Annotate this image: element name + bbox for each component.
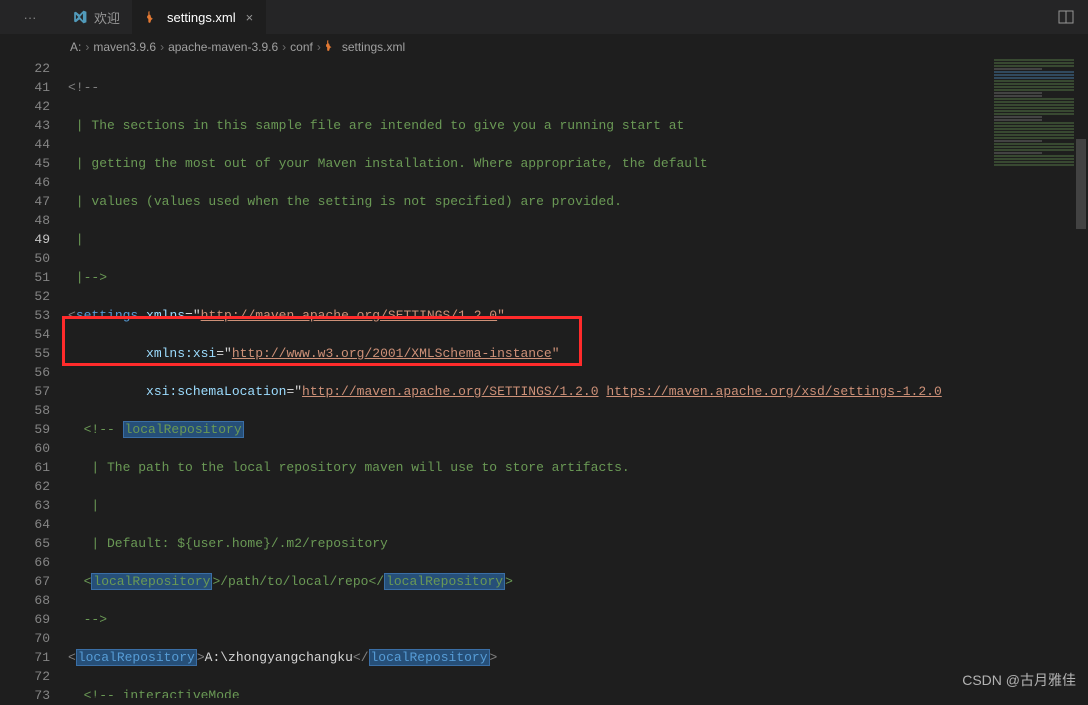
code-area[interactable]: <!-- | The sections in this sample file … [68, 59, 1088, 698]
tab-settings-xml[interactable]: settings.xml × [133, 0, 266, 34]
split-editor-icon[interactable] [1044, 0, 1088, 34]
editor[interactable]: 2241424344454647484950515253545556575859… [0, 59, 1088, 698]
more-menu[interactable]: ··· [0, 0, 60, 34]
breadcrumb-seg-1[interactable]: maven3.9.6 [93, 40, 156, 54]
minimap[interactable] [994, 59, 1074, 698]
xml-file-icon [325, 39, 338, 55]
tab-file-label: settings.xml [167, 10, 236, 25]
breadcrumb-drive[interactable]: A: [70, 40, 81, 54]
vscode-icon [72, 9, 88, 25]
tab-welcome[interactable]: 欢迎 [60, 0, 133, 34]
breadcrumb: A:› maven3.9.6› apache-maven-3.9.6› conf… [0, 35, 1088, 59]
scrollbar[interactable] [1074, 59, 1088, 698]
close-icon[interactable]: × [246, 10, 254, 25]
tab-welcome-label: 欢迎 [94, 8, 120, 27]
line-gutter: 2241424344454647484950515253545556575859… [0, 59, 68, 698]
breadcrumb-seg-3[interactable]: conf [290, 40, 313, 54]
xml-file-icon [145, 9, 161, 25]
tab-bar: ··· 欢迎 settings.xml × [0, 0, 1088, 35]
breadcrumb-file[interactable]: settings.xml [325, 39, 405, 55]
breadcrumb-seg-2[interactable]: apache-maven-3.9.6 [168, 40, 278, 54]
scrollbar-thumb[interactable] [1076, 139, 1086, 229]
